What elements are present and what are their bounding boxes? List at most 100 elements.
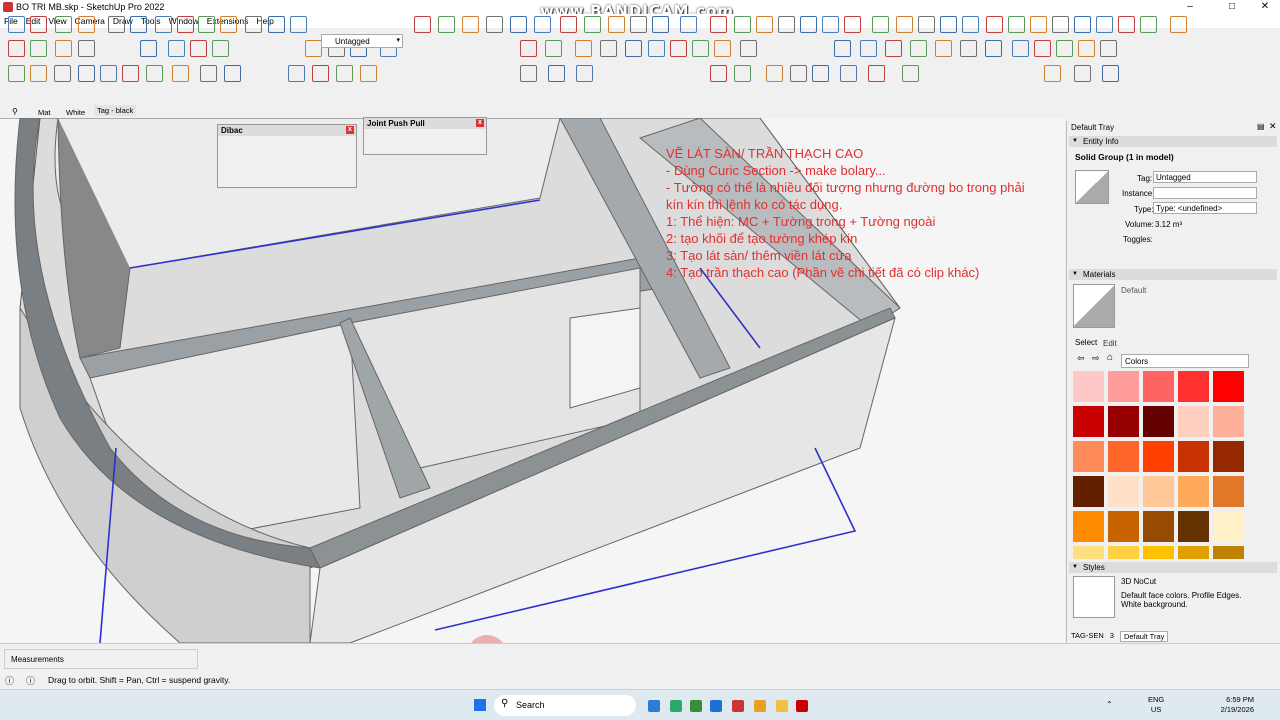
toolbar-tool-icon[interactable] [1030, 16, 1047, 33]
color-swatch[interactable] [1108, 406, 1139, 437]
forward-arrow-icon[interactable]: ⇨ [1092, 353, 1100, 364]
color-swatch[interactable] [1178, 511, 1209, 542]
file-explorer-icon[interactable] [648, 700, 660, 712]
toolbar-tool-icon[interactable] [30, 65, 47, 82]
materials-header[interactable]: Materials [1069, 269, 1277, 280]
toolbar-tool-icon[interactable] [1102, 65, 1119, 82]
toolbar-tool-icon[interactable] [414, 16, 431, 33]
toolbar-tool-icon[interactable] [885, 40, 902, 57]
toolbar-tool-icon[interactable] [896, 16, 913, 33]
minimize-button[interactable]: – [1177, 0, 1203, 14]
toolbar-tool-icon[interactable] [177, 16, 194, 33]
zalo-icon[interactable] [710, 700, 722, 712]
toolbar-tool-icon[interactable] [840, 65, 857, 82]
toolbar-tool-icon[interactable] [312, 65, 329, 82]
toolbar-tool-icon[interactable] [868, 65, 885, 82]
toolbar-tool-icon[interactable] [1052, 16, 1069, 33]
toolbar-tool-icon[interactable] [714, 40, 731, 57]
toolbar-tool-icon[interactable] [1100, 40, 1117, 57]
toolbar-tool-icon[interactable] [8, 16, 25, 33]
toolbar-tool-icon[interactable] [576, 65, 593, 82]
toolbar-tool-icon[interactable] [766, 65, 783, 82]
toolbar-tool-icon[interactable] [510, 16, 527, 33]
toolbar-tool-icon[interactable] [575, 40, 592, 57]
toolbar-tool-icon[interactable] [140, 40, 157, 57]
toolbar-tool-icon[interactable] [822, 16, 839, 33]
color-swatch[interactable] [1143, 371, 1174, 402]
toolbar-tool-icon[interactable] [8, 40, 25, 57]
toolbar-tool-icon[interactable] [190, 40, 207, 57]
color-swatch[interactable] [1073, 546, 1104, 559]
sketchup-icon[interactable] [732, 700, 744, 712]
toolbar-tool-icon[interactable] [710, 16, 727, 33]
toolbar-tool-icon[interactable] [130, 16, 147, 33]
toolbar-tool-icon[interactable] [54, 65, 71, 82]
close-icon[interactable]: ✕ [1269, 121, 1277, 132]
color-swatch[interactable] [1213, 371, 1244, 402]
toolbar-tool-icon[interactable] [790, 65, 807, 82]
toolbar-tool-icon[interactable] [692, 40, 709, 57]
color-swatch[interactable] [1073, 406, 1104, 437]
toolbar-tool-icon[interactable] [756, 16, 773, 33]
color-swatch[interactable] [1178, 406, 1209, 437]
toolbar-tool-icon[interactable] [800, 16, 817, 33]
toolbar-tool-icon[interactable] [1008, 16, 1025, 33]
back-arrow-icon[interactable]: ⇦ [1077, 353, 1085, 364]
toolbar-tool-icon[interactable] [918, 16, 935, 33]
toolbar-tool-icon[interactable] [245, 16, 262, 33]
toolbar-tool-icon[interactable] [560, 16, 577, 33]
toolbar-tool-icon[interactable] [122, 65, 139, 82]
toolbar-tool-icon[interactable] [960, 40, 977, 57]
toolbar-tool-icon[interactable] [146, 65, 163, 82]
color-swatch[interactable] [1213, 511, 1244, 542]
toolbar-tool-icon[interactable] [1056, 40, 1073, 57]
color-swatch[interactable] [1178, 441, 1209, 472]
toolbar-tool-icon[interactable] [1118, 16, 1135, 33]
toolbar-tool-icon[interactable] [860, 40, 877, 57]
toolbar-tool-icon[interactable] [486, 16, 503, 33]
toolbar-tool-icon[interactable] [268, 16, 285, 33]
color-swatch[interactable] [1108, 546, 1139, 559]
color-swatch[interactable] [1178, 371, 1209, 402]
help-icon[interactable]: ⓘ [26, 674, 35, 687]
toolbar-tool-icon[interactable] [220, 16, 237, 33]
tray-tab-tag-sen[interactable]: TAG-SEN [1071, 631, 1104, 642]
toolbar-tool-icon[interactable] [652, 16, 669, 33]
color-swatch[interactable] [1073, 371, 1104, 402]
instance-field[interactable] [1153, 187, 1257, 199]
taskbar-search[interactable]: ⚲ Search [494, 695, 636, 716]
toolbar-tool-icon[interactable] [872, 16, 889, 33]
toolbar-tool-icon[interactable] [935, 40, 952, 57]
color-swatch[interactable] [1108, 371, 1139, 402]
info-icon[interactable]: ⓘ [5, 674, 14, 687]
toolbar-tool-icon[interactable] [1096, 16, 1113, 33]
tray-tab-default[interactable]: Default Tray [1119, 631, 1169, 642]
toolbar-tool-icon[interactable] [812, 65, 829, 82]
toolbar-tool-icon[interactable] [962, 16, 979, 33]
toolbar-tool-icon[interactable] [902, 65, 919, 82]
tag-field[interactable]: Untagged [1153, 171, 1257, 183]
toolbar-tool-icon[interactable] [1074, 16, 1091, 33]
toolbar-tool-icon[interactable] [108, 16, 125, 33]
toolbar-tool-icon[interactable] [30, 16, 47, 33]
toolbar-tool-icon[interactable] [910, 40, 927, 57]
toolbar-tool-icon[interactable] [212, 40, 229, 57]
toolbar-tool-icon[interactable] [55, 40, 72, 57]
search-icon[interactable]: ⚲ [12, 107, 18, 116]
tab-edit[interactable]: Edit [1103, 339, 1117, 348]
toolbar-tool-icon[interactable] [1044, 65, 1061, 82]
entity-info-header[interactable]: Entity Info [1069, 136, 1277, 147]
close-button[interactable]: ✕ [1252, 0, 1278, 14]
color-swatch[interactable] [1178, 546, 1209, 559]
color-swatch[interactable] [1213, 476, 1244, 507]
toolbar-tool-icon[interactable] [100, 65, 117, 82]
toolbar-tool-icon[interactable] [630, 16, 647, 33]
toolbar-tool-icon[interactable] [985, 40, 1002, 57]
toolbar-tool-icon[interactable] [290, 16, 307, 33]
folder-icon[interactable] [776, 700, 788, 712]
toolbar-tool-icon[interactable] [584, 16, 601, 33]
color-swatch[interactable] [1143, 511, 1174, 542]
toolbar-tool-icon[interactable] [520, 65, 537, 82]
toolbar-tool-icon[interactable] [834, 40, 851, 57]
toolbar-tool-icon[interactable] [224, 65, 241, 82]
